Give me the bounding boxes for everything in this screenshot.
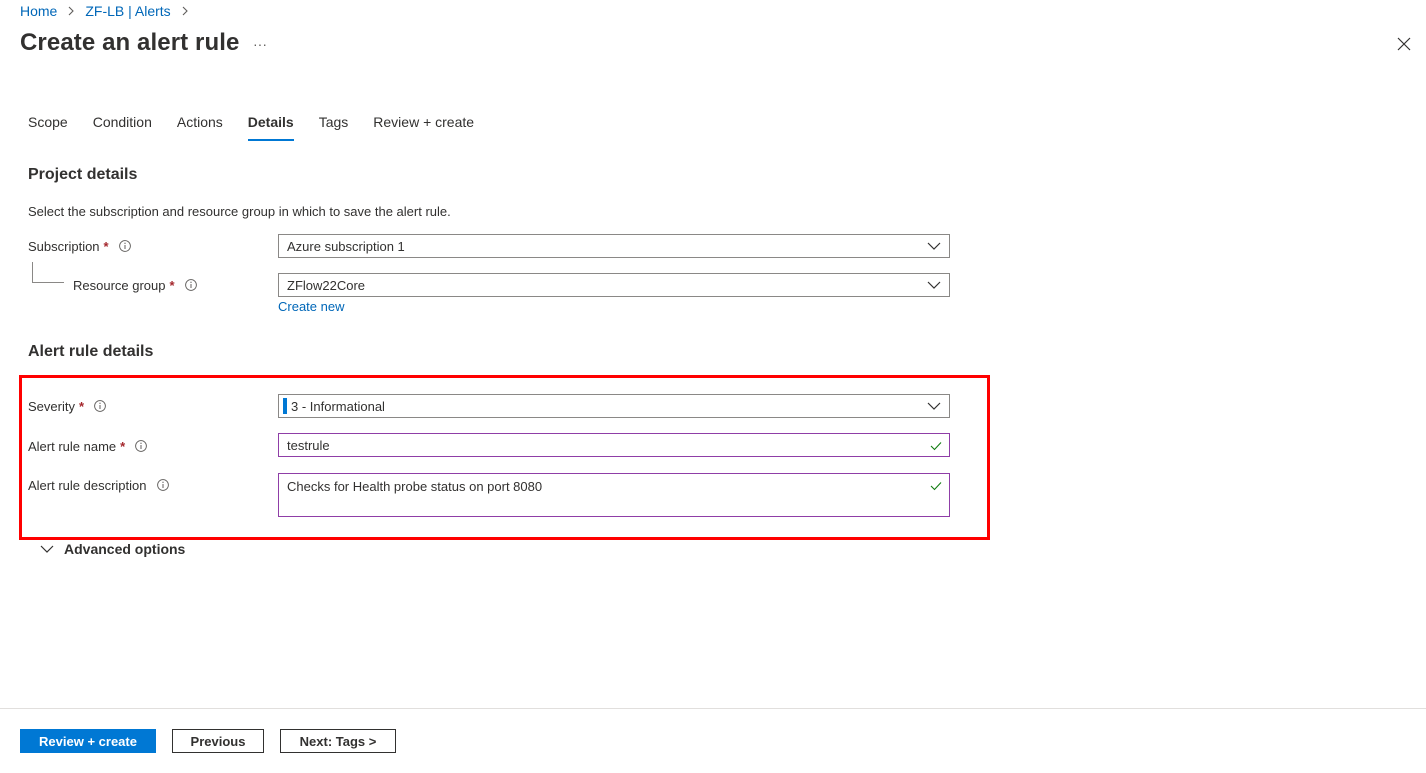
create-new-link[interactable]: Create new	[278, 299, 344, 314]
info-icon[interactable]	[135, 440, 148, 452]
chevron-down-icon	[927, 242, 941, 250]
severity-label-text: Severity	[28, 398, 75, 414]
alert-rule-details-heading: Alert rule details	[28, 343, 154, 360]
previous-button[interactable]: Previous	[172, 729, 264, 753]
info-icon[interactable]	[118, 240, 131, 252]
footer-divider	[0, 708, 1426, 709]
alert-rule-description-label: Alert rule description	[28, 476, 169, 494]
chevron-down-icon	[927, 402, 941, 410]
wizard-tabs: Scope Condition Actions Details Tags Rev…	[28, 110, 499, 142]
resource-group-dropdown[interactable]: ZFlow22Core	[278, 273, 950, 297]
chevron-down-icon	[927, 281, 941, 289]
tab-scope[interactable]: Scope	[28, 110, 68, 140]
tab-details[interactable]: Details	[247, 110, 294, 141]
subscription-label-text: Subscription	[28, 238, 100, 254]
severity-color-bar	[283, 398, 287, 414]
next-tags-button[interactable]: Next: Tags >	[280, 729, 396, 753]
project-details-heading: Project details	[28, 166, 138, 183]
alert-rule-description-value: Checks for Health probe status on port 8…	[287, 479, 543, 494]
alert-rule-description-textarea[interactable]: Checks for Health probe status on port 8…	[278, 473, 950, 517]
tab-condition[interactable]: Condition	[93, 110, 152, 140]
breadcrumb-alerts-link[interactable]: ZF-LB | Alerts	[85, 3, 170, 19]
advanced-options-toggle[interactable]: Advanced options	[40, 541, 185, 557]
chevron-down-icon	[40, 545, 54, 553]
severity-label: Severity *	[28, 397, 106, 415]
severity-dropdown[interactable]: 3 - Informational	[278, 394, 950, 418]
subscription-label: Subscription *	[28, 237, 131, 255]
subscription-value: Azure subscription 1	[287, 238, 405, 254]
alert-rule-name-label-text: Alert rule name	[28, 438, 117, 454]
required-marker: *	[120, 438, 126, 454]
alert-rule-name-label: Alert rule name *	[28, 437, 148, 455]
project-details-description: Select the subscription and resource gro…	[28, 204, 451, 219]
info-icon[interactable]	[184, 279, 197, 291]
tab-tags[interactable]: Tags	[319, 110, 349, 140]
page-title: Create an alert rule	[20, 29, 240, 56]
alert-rule-name-input[interactable]: testrule	[278, 433, 950, 457]
tab-review-create[interactable]: Review + create	[373, 110, 474, 140]
close-icon[interactable]	[1396, 36, 1412, 52]
resource-group-label: Resource group *	[73, 276, 197, 294]
required-marker: *	[103, 238, 109, 254]
tree-connector	[32, 262, 64, 283]
chevron-right-icon	[66, 6, 76, 16]
resource-group-label-text: Resource group	[73, 277, 166, 293]
chevron-right-icon	[180, 6, 190, 16]
info-icon[interactable]	[94, 400, 106, 412]
advanced-options-label: Advanced options	[64, 541, 186, 557]
checkmark-icon	[930, 442, 942, 451]
required-marker: *	[78, 398, 85, 414]
subscription-dropdown[interactable]: Azure subscription 1	[278, 234, 950, 258]
more-options-button[interactable]: ···	[250, 34, 270, 54]
tab-actions[interactable]: Actions	[177, 110, 223, 140]
severity-value: 3 - Informational	[291, 398, 385, 414]
breadcrumb: Home ZF-LB | Alerts	[20, 2, 199, 20]
required-marker: *	[169, 277, 175, 293]
alert-rule-name-value: testrule	[287, 437, 330, 453]
alert-rule-description-label-text: Alert rule description	[28, 477, 147, 493]
info-icon[interactable]	[156, 479, 169, 491]
resource-group-value: ZFlow22Core	[287, 277, 366, 293]
checkmark-icon	[930, 482, 942, 491]
review-create-button[interactable]: Review + create	[20, 729, 156, 753]
breadcrumb-home-link[interactable]: Home	[20, 3, 57, 19]
